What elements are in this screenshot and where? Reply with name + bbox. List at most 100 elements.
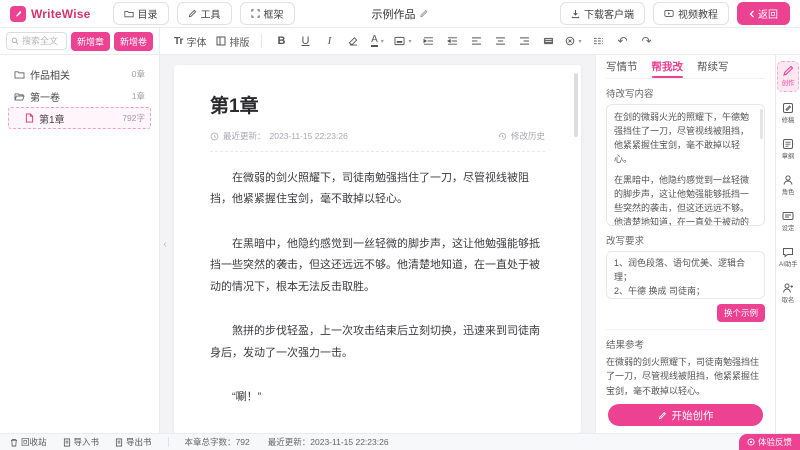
edit-title-icon[interactable] xyxy=(420,9,429,18)
word-count-value: 792 xyxy=(236,437,250,447)
rail-item-create[interactable]: 创作 xyxy=(777,61,799,92)
bold-button[interactable]: B xyxy=(270,31,292,51)
rail-item-ai-assistant[interactable]: AI助手 xyxy=(777,243,799,272)
sidebar-item-related[interactable]: 作品相关 0章 xyxy=(8,63,151,85)
rail-item-naming[interactable]: 取名 xyxy=(777,279,799,308)
chevron-down-icon: ▾ xyxy=(578,38,581,45)
tab-help-rewrite[interactable]: 帮我改 xyxy=(652,55,684,78)
paragraph: “唰！” xyxy=(210,387,545,408)
status-bar: 回收站 导入书 导出书 本章总字数：792 最近更新：2023-11-15 22… xyxy=(0,433,800,450)
requirements-textarea[interactable]: 1、润色段落、语句优美、逻辑合理； 2、午德 换成 司徒南； 3、打斗桥段华丽无… xyxy=(606,251,765,299)
feedback-button[interactable]: 体验反馈 xyxy=(739,434,800,450)
import-book-button[interactable]: 导入书 xyxy=(63,436,100,448)
align-left-button[interactable] xyxy=(465,31,487,51)
word-count-status: 本章总字数：792 xyxy=(185,436,250,448)
download-icon xyxy=(571,9,580,19)
result-label: 结果参考 xyxy=(606,337,765,351)
chapter-count: 0章 xyxy=(132,68,145,80)
updated-status: 最近更新：2023-11-15 22:23:26 xyxy=(268,436,389,448)
editor-area: ‹ 第1章 最近更新： 2023-11-15 22:23:26 修改历史 在微弱… xyxy=(160,55,595,433)
tab-write-plot[interactable]: 写情节 xyxy=(606,55,638,78)
line-spacing-button[interactable] xyxy=(587,31,609,51)
add-chapter-button[interactable]: 新增章 xyxy=(71,32,110,51)
font-color-button[interactable]: A ▾ xyxy=(366,31,388,51)
frame-button[interactable]: 框架 xyxy=(240,2,295,25)
document-icon xyxy=(25,113,34,123)
layout-button[interactable]: 排版 xyxy=(212,31,253,51)
export-book-button[interactable]: 导出书 xyxy=(115,436,152,448)
paragraph: 在黑暗中，他隐约感觉到一丝轻微的脚步声，这让他勉强能够抵挡一些突然的袭击，但这还… xyxy=(210,234,545,298)
highlight-icon xyxy=(394,36,405,46)
rail-item-revise[interactable]: 修稿 xyxy=(777,99,799,128)
content-row: 作品相关 0章 第一卷 1章 第1章 792字 ‹ 第1章 最 xyxy=(0,55,800,433)
change-example-button[interactable]: 换个示例 xyxy=(717,304,765,322)
editor-scrollbar[interactable] xyxy=(574,73,578,137)
align-right-button[interactable] xyxy=(513,31,535,51)
chevron-down-icon: ▾ xyxy=(408,38,411,45)
search-input[interactable] xyxy=(22,36,62,46)
doc-list-icon xyxy=(782,138,794,150)
rail-item-characters[interactable]: 角色 xyxy=(777,171,799,200)
logo-text: WriteWise xyxy=(31,7,91,21)
video-tutorial-button[interactable]: 视频教程 xyxy=(653,2,729,25)
clock-icon xyxy=(210,132,219,141)
indent-decrease-button[interactable] xyxy=(441,31,463,51)
person-tag-icon xyxy=(782,282,794,294)
rewrite-source-textarea[interactable]: 在剑的微弱火光的照耀下，午德勉强挡住了一刀，尽管视线被阻挡，他紧紧握住宝剑，毫不… xyxy=(606,104,765,226)
italic-button[interactable]: I xyxy=(318,31,340,51)
chapter-meta: 最近更新： 2023-11-15 22:23:26 修改历史 xyxy=(210,130,545,152)
writewise-app: WriteWise 目录 工具 框架 示例作品 下载客户端 xyxy=(0,0,800,450)
clear-format-icon xyxy=(565,36,575,46)
paragraph: 在微弱的剑火照耀下，司徒南勉强挡住了一刀，尽管视线被阻挡，他紧紧握住宝剑，毫不敢… xyxy=(210,168,545,211)
redo-button[interactable]: ↷ xyxy=(635,31,657,51)
background-fill-button[interactable] xyxy=(537,31,559,51)
chevron-down-icon: ▾ xyxy=(381,38,384,45)
chapter-body[interactable]: 在微弱的剑火照耀下，司徒南勉强挡住了一刀，尽管视线被阻挡，他紧紧握住宝剑，毫不敢… xyxy=(210,152,545,433)
chapter-count: 1章 xyxy=(132,90,145,102)
word-count: 792字 xyxy=(122,112,145,124)
requirements-label: 改写要求 xyxy=(606,233,765,247)
rail-item-outline[interactable]: 章纲 xyxy=(777,135,799,164)
recycle-bin-button[interactable]: 回收站 xyxy=(10,436,47,448)
font-button[interactable]: Tr 字体 xyxy=(170,31,210,51)
logo-icon xyxy=(10,6,26,22)
rail-item-settings[interactable]: 设定 xyxy=(777,207,799,236)
updated-time: 2023-11-15 22:23:26 xyxy=(270,131,348,141)
doc-title-area: 示例作品 xyxy=(372,6,429,22)
highlight-button[interactable]: ▾ xyxy=(390,31,415,51)
app-logo: WriteWise xyxy=(10,6,91,22)
format-toolbar: 新增章 新增卷 Tr 字体 排版 B U I A ▾ xyxy=(0,28,800,55)
footer-divider xyxy=(168,437,169,447)
clear-format-button[interactable]: ▾ xyxy=(561,31,585,51)
video-icon xyxy=(664,9,674,18)
indent-increase-icon xyxy=(423,36,434,46)
align-left-icon xyxy=(471,36,482,46)
start-create-button[interactable]: 开始创作 xyxy=(608,404,763,426)
ai-assist-panel: 写情节 帮我改 帮续写 待改写内容 在剑的微弱火光的照耀下，午德勉强挡住了一刀，… xyxy=(595,55,775,433)
add-volume-button[interactable]: 新增卷 xyxy=(114,32,153,51)
tool-rail: 创作 修稿 章纲 角色 设定 AI助手 xyxy=(775,55,800,433)
history-link[interactable]: 修改历史 xyxy=(511,130,545,142)
back-button[interactable]: 返回 xyxy=(737,2,790,25)
tab-help-continue[interactable]: 帮续写 xyxy=(697,55,729,78)
catalog-button[interactable]: 目录 xyxy=(113,2,169,25)
download-client-button[interactable]: 下载客户端 xyxy=(560,2,645,25)
layout-icon xyxy=(216,36,226,46)
undo-button[interactable]: ↶ xyxy=(611,31,633,51)
indent-increase-button[interactable] xyxy=(417,31,439,51)
folder-icon xyxy=(124,9,134,18)
underline-button[interactable]: U xyxy=(294,31,316,51)
collapse-sidebar-handle[interactable]: ‹ xyxy=(160,227,170,261)
tools-button[interactable]: 工具 xyxy=(177,2,232,25)
sidebar-item-chapter-1[interactable]: 第1章 792字 xyxy=(8,107,151,129)
editor-page[interactable]: 第1章 最近更新： 2023-11-15 22:23:26 修改历史 在微弱的剑… xyxy=(174,65,581,433)
format-painter-button[interactable] xyxy=(342,31,364,51)
eraser-icon xyxy=(348,36,359,46)
align-center-button[interactable] xyxy=(489,31,511,51)
textarea-scrollbar[interactable] xyxy=(760,109,763,139)
sidebar-item-volume-1[interactable]: 第一卷 1章 xyxy=(8,85,151,107)
font-color-icon: A xyxy=(371,35,378,47)
export-icon xyxy=(115,438,123,447)
paragraph: 煞拼的步伐轻盈，上一次攻击结束后立刻切换，迅速来到司徒南身后，发动了一次强力一击… xyxy=(210,321,545,364)
toolbar-divider xyxy=(261,34,262,48)
